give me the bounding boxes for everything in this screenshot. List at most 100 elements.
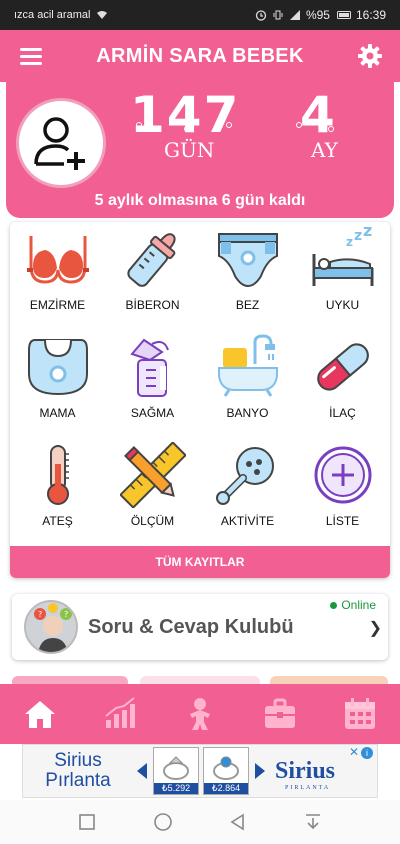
home-circle-icon[interactable] xyxy=(152,811,174,833)
ornament-dot xyxy=(136,122,142,128)
hamburger-menu-icon[interactable] xyxy=(10,36,50,76)
toolbox-icon xyxy=(265,698,295,728)
online-status: Online xyxy=(330,598,376,612)
svg-text:z: z xyxy=(346,235,353,249)
page-title: ARMİN SARA BEBEK xyxy=(96,44,304,67)
ornament-dot xyxy=(184,126,190,132)
tile-label: UYKU xyxy=(325,298,360,312)
ring-icon xyxy=(213,756,239,780)
days-count: 147 xyxy=(130,86,241,144)
vibrate-icon xyxy=(273,10,283,20)
months-unit: AY xyxy=(311,138,338,162)
clock-text: 16:39 xyxy=(355,8,386,22)
tile-label: ÖLÇÜM xyxy=(130,514,175,528)
tile-activity[interactable]: AKTİVİTE xyxy=(200,438,295,546)
add-user-icon[interactable] xyxy=(16,98,106,188)
notification-pull-icon[interactable] xyxy=(303,812,323,832)
age-summary-panel: 147 GÜN 4 AY 5 aylık olmasına 6 gün kald… xyxy=(6,82,394,218)
nav-tools[interactable] xyxy=(240,684,320,744)
bottom-navigation xyxy=(0,684,400,744)
ad-info-icon[interactable]: i xyxy=(361,747,373,759)
days-unit: GÜN xyxy=(164,138,215,162)
tile-label: BEZ xyxy=(235,298,260,312)
tile-food[interactable]: MAMA xyxy=(10,330,105,438)
ornament-dot xyxy=(296,122,302,128)
signal-icon xyxy=(289,10,300,20)
svg-text:?: ? xyxy=(38,610,42,619)
ad-brand-line2: Pırlanta xyxy=(45,770,111,791)
tile-measurement[interactable]: ÖLÇÜM xyxy=(105,438,200,546)
tile-label: LİSTE xyxy=(325,514,360,528)
recents-square-icon[interactable] xyxy=(77,812,97,832)
svg-text:z: z xyxy=(354,228,362,244)
ad-price-2: ₺2.864 xyxy=(204,783,248,794)
tile-sleep[interactable]: z z z UYKU xyxy=(295,222,390,330)
sleep-bed-icon: z z z xyxy=(312,226,373,286)
carrier-text: ızca acil aramal xyxy=(14,9,91,21)
tile-label: ATEŞ xyxy=(42,514,73,528)
tile-label: MAMA xyxy=(39,406,76,420)
battery-text: %95 xyxy=(305,8,330,22)
tile-medicine[interactable]: İLAÇ xyxy=(295,330,390,438)
battery-icon xyxy=(336,11,351,19)
status-bar: ızca acil aramal %95 16:39 xyxy=(0,0,400,30)
tile-bath[interactable]: BANYO xyxy=(200,330,295,438)
ornament-dot xyxy=(226,122,232,128)
back-triangle-icon[interactable] xyxy=(228,812,248,832)
tile-diaper[interactable]: BEZ xyxy=(200,222,295,330)
system-navigation-bar xyxy=(0,800,400,844)
tile-pump[interactable]: SAĞMA xyxy=(105,330,200,438)
tile-label: İLAÇ xyxy=(329,406,356,420)
alarm-icon xyxy=(255,10,267,21)
tile-bottle[interactable]: BİBERON xyxy=(105,222,200,330)
baby-icon xyxy=(190,698,210,730)
nav-stats[interactable] xyxy=(80,684,160,744)
ad-prev-arrow-icon[interactable] xyxy=(137,763,147,779)
nav-home[interactable] xyxy=(0,684,80,744)
ad-product-1[interactable]: ₺5.292 xyxy=(153,747,199,795)
home-icon xyxy=(25,701,55,728)
ad-price-1: ₺5.292 xyxy=(154,783,198,794)
ornament-dot xyxy=(328,126,334,132)
tile-label: SAĞMA xyxy=(130,406,175,420)
svg-text:?: ? xyxy=(64,610,68,619)
club-title: Soru & Cevap Kulubü xyxy=(88,615,294,638)
remaining-days-text: 5 aylık olmasına 6 gün kaldı xyxy=(94,192,306,209)
rattle-icon xyxy=(215,447,274,505)
svg-text:z: z xyxy=(363,226,372,240)
bathtub-icon xyxy=(217,334,278,397)
ad-next-arrow-icon[interactable] xyxy=(255,763,265,779)
calendar-icon xyxy=(345,698,375,729)
all-records-button[interactable]: TÜM KAYITLAR xyxy=(10,546,390,578)
tile-breastfeeding[interactable]: EMZİRME xyxy=(10,222,105,330)
tile-list[interactable]: LİSTE xyxy=(295,438,390,546)
gear-icon[interactable] xyxy=(350,36,390,76)
app-header: ARMİN SARA BEBEK xyxy=(0,30,400,82)
nav-baby[interactable] xyxy=(160,684,240,744)
ad-logo: Sirius PIRLANTA xyxy=(275,757,336,791)
tile-fever[interactable]: ATEŞ xyxy=(10,438,105,546)
ad-close-icon[interactable]: ✕ xyxy=(349,745,359,759)
tile-label: BİBERON xyxy=(125,298,180,312)
nav-calendar[interactable] xyxy=(320,684,400,744)
bra-icon xyxy=(26,236,89,284)
ad-banner[interactable]: Sirius Pırlanta ₺5.292 ₺2.864 Sirius PIR… xyxy=(22,744,378,798)
ruler-pencil-icon xyxy=(119,442,186,508)
online-label: Online xyxy=(341,598,376,612)
ad-product-2[interactable]: ₺2.864 xyxy=(203,747,249,795)
chevron-right-icon: ❯ xyxy=(368,620,382,637)
wifi-icon xyxy=(97,11,108,19)
activity-grid-card: EMZİRME BİBERON BEZ z z z UYKU MAMA SAĞM… xyxy=(10,222,390,578)
plus-circle-icon xyxy=(314,446,371,504)
ad-brand: Sirius Pırlanta xyxy=(23,751,133,791)
bib-icon xyxy=(27,339,88,396)
baby-bottle-icon xyxy=(126,233,176,287)
online-dot-icon xyxy=(330,601,338,609)
qa-club-card[interactable]: ? ? Soru & Cevap Kulubü Online ❯ xyxy=(12,594,388,660)
ad-logo-sub: PIRLANTA xyxy=(285,784,331,791)
ad-logo-text: Sirius xyxy=(275,757,336,784)
months-count: 4 xyxy=(300,86,335,144)
thermometer-icon xyxy=(46,445,69,505)
tile-label: BANYO xyxy=(226,406,269,420)
pill-icon xyxy=(316,343,369,391)
